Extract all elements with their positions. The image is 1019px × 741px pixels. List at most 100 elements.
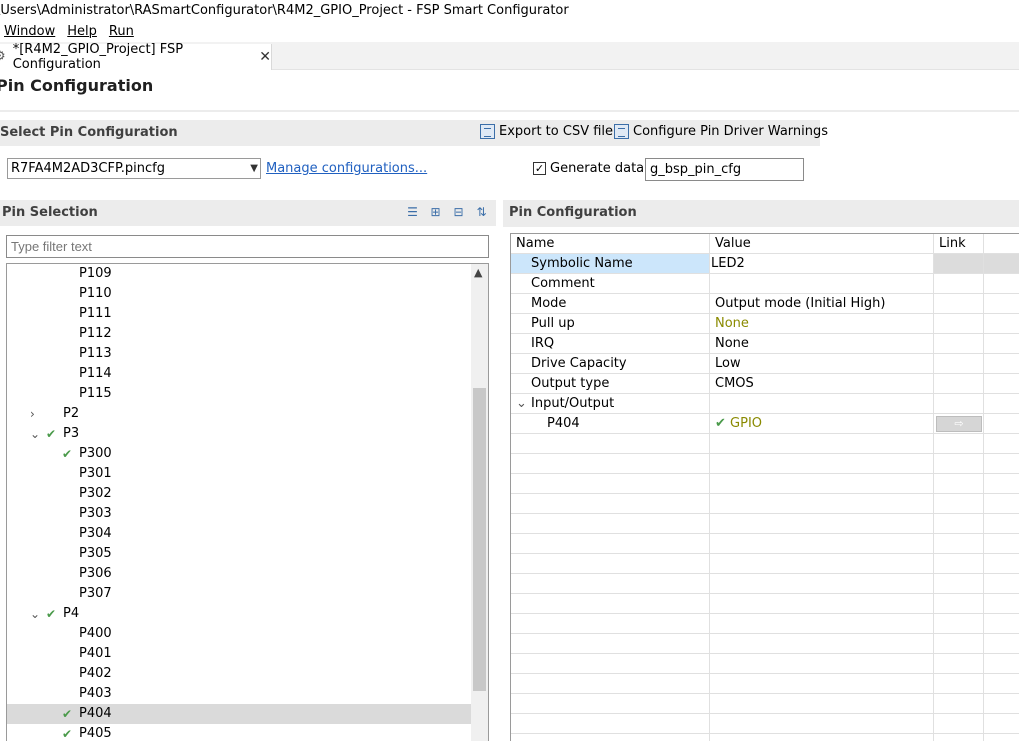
property-value-cell[interactable]: Low bbox=[710, 354, 934, 374]
tree-item-label: P112 bbox=[79, 326, 112, 341]
chevron-right-icon[interactable]: › bbox=[30, 404, 42, 424]
column-header-filler bbox=[984, 234, 1019, 254]
manage-configurations-link[interactable]: Manage configurations... bbox=[266, 161, 427, 176]
tree-item-p401[interactable]: P401 bbox=[7, 644, 472, 664]
link-cell bbox=[934, 294, 984, 314]
tree-item-p405[interactable]: ✔ P405 bbox=[7, 724, 472, 741]
filler-cell bbox=[984, 734, 1019, 741]
sort-az-icon[interactable]: ⇅ bbox=[474, 205, 489, 220]
close-icon[interactable]: ✕ bbox=[259, 49, 271, 65]
property-name-cell[interactable]: Pull up bbox=[511, 314, 710, 334]
tree-item-p301[interactable]: P301 bbox=[7, 464, 472, 484]
scrollbar-thumb[interactable] bbox=[473, 388, 486, 691]
tree-item-p306[interactable]: P306 bbox=[7, 564, 472, 584]
empty-cell bbox=[511, 614, 710, 634]
arrow-right-icon[interactable]: ⇨ bbox=[936, 416, 982, 432]
property-value-cell[interactable] bbox=[710, 274, 934, 294]
tree-item-p4[interactable]: ⌄ ✔ P4 bbox=[7, 604, 472, 624]
configure-warnings-button[interactable]: Configure Pin Driver Warnings bbox=[614, 124, 828, 139]
empty-cell bbox=[511, 514, 710, 534]
property-value-cell[interactable]: CMOS bbox=[710, 374, 934, 394]
export-csv-button[interactable]: Export to CSV file bbox=[480, 124, 613, 139]
tree-item-p402[interactable]: P402 bbox=[7, 664, 472, 684]
tree-item-p305[interactable]: P305 bbox=[7, 544, 472, 564]
tree-item-p404[interactable]: ✔ P404 bbox=[7, 704, 472, 724]
property-value-cell[interactable]: Output mode (Initial High) bbox=[710, 294, 934, 314]
list-view-icon[interactable]: ☰ bbox=[405, 205, 420, 220]
tree-item-label: P2 bbox=[63, 406, 80, 421]
empty-cell bbox=[710, 574, 934, 594]
expand-all-icon[interactable]: ⊞ bbox=[428, 205, 443, 220]
tree-item-p112[interactable]: P112 bbox=[7, 324, 472, 344]
tree-item-p3[interactable]: ⌄ ✔ P3 bbox=[7, 424, 472, 444]
property-name-cell[interactable]: P404 bbox=[511, 414, 710, 434]
property-value-cell[interactable]: ✔ GPIO bbox=[710, 414, 934, 434]
check-icon: ✔ bbox=[62, 727, 73, 741]
tree-item-p300[interactable]: ✔ P300 bbox=[7, 444, 472, 464]
link-cell bbox=[934, 654, 984, 674]
link-cell bbox=[934, 634, 984, 654]
property-name: P404 bbox=[547, 416, 580, 431]
pin-tree-scrollbar[interactable]: ▲ bbox=[471, 264, 488, 741]
property-name-cell[interactable]: Comment bbox=[511, 274, 710, 294]
property-name-cell[interactable]: IRQ bbox=[511, 334, 710, 354]
check-icon: ✔ bbox=[715, 416, 731, 431]
window-title: \Users\Administrator\RASmartConfigurator… bbox=[0, 3, 569, 18]
tree-item-p114[interactable]: P114 bbox=[7, 364, 472, 384]
property-value: CMOS bbox=[715, 376, 754, 391]
tree-item-p110[interactable]: P110 bbox=[7, 284, 472, 304]
empty-cell bbox=[511, 714, 710, 734]
divider bbox=[0, 110, 1019, 112]
filler-cell bbox=[984, 274, 1019, 294]
collapse-all-icon[interactable]: ⊟ bbox=[451, 205, 466, 220]
link-cell bbox=[934, 434, 984, 454]
column-header-name[interactable]: Name bbox=[511, 234, 710, 254]
empty-cell bbox=[710, 454, 934, 474]
check-icon: ✔ bbox=[62, 447, 73, 461]
tree-item-p2[interactable]: › P2 bbox=[7, 404, 472, 424]
tree-item-p403[interactable]: P403 bbox=[7, 684, 472, 704]
tree-item-p109[interactable]: P109 bbox=[7, 264, 472, 284]
chevron-up-icon[interactable]: ▲ bbox=[474, 266, 482, 279]
pin-config-select-value: R7FA4M2AD3CFP.pincfg bbox=[11, 161, 165, 176]
empty-cell bbox=[511, 554, 710, 574]
tree-item-p303[interactable]: P303 bbox=[7, 504, 472, 524]
menu-help[interactable]: Help bbox=[63, 22, 105, 42]
property-name-cell[interactable]: Mode bbox=[511, 294, 710, 314]
tree-item-p400[interactable]: P400 bbox=[7, 624, 472, 644]
generate-data-input[interactable]: g_bsp_pin_cfg bbox=[645, 158, 804, 181]
property-value-cell[interactable]: LED2 bbox=[710, 254, 934, 274]
link-cell bbox=[934, 594, 984, 614]
filler-cell bbox=[984, 454, 1019, 474]
pin-config-select[interactable]: R7FA4M2AD3CFP.pincfg ▼ bbox=[7, 158, 261, 179]
chevron-down-icon[interactable]: ⌄ bbox=[30, 604, 42, 624]
tree-item-p307[interactable]: P307 bbox=[7, 584, 472, 604]
chevron-down-icon[interactable]: ⌄ bbox=[30, 424, 42, 444]
property-value-cell[interactable] bbox=[710, 394, 934, 414]
generate-data-checkbox[interactable]: ✓ bbox=[533, 162, 546, 175]
tree-item-p302[interactable]: P302 bbox=[7, 484, 472, 504]
menu-window[interactable]: Window bbox=[0, 22, 63, 42]
editor-tab-label: *[R4M2_GPIO_Project] FSP Configuration bbox=[12, 42, 184, 72]
tree-item-p113[interactable]: P113 bbox=[7, 344, 472, 364]
link-cell bbox=[934, 694, 984, 714]
property-name-cell[interactable]: Output type bbox=[511, 374, 710, 394]
property-name: IRQ bbox=[531, 336, 555, 351]
tree-item-label: P306 bbox=[79, 566, 112, 581]
tree-item-p115[interactable]: P115 bbox=[7, 384, 472, 404]
property-value-cell[interactable]: None bbox=[710, 314, 934, 334]
tree-item-p304[interactable]: P304 bbox=[7, 524, 472, 544]
property-name-cell[interactable]: Symbolic Name bbox=[511, 254, 710, 274]
property-name-cell[interactable]: Drive Capacity bbox=[511, 354, 710, 374]
column-header-link[interactable]: Link bbox=[934, 234, 984, 254]
editor-tab-fsp-configuration[interactable]: ⚙ *[R4M2_GPIO_Project] FSP Configuration… bbox=[0, 42, 272, 72]
column-header-value[interactable]: Value bbox=[710, 234, 934, 254]
filler-cell bbox=[984, 314, 1019, 334]
property-name-cell[interactable]: ⌄ Input/Output bbox=[511, 394, 710, 414]
property-value-cell[interactable]: None bbox=[710, 334, 934, 354]
tree-item-p111[interactable]: P111 bbox=[7, 304, 472, 324]
empty-cell bbox=[511, 454, 710, 474]
pin-filter-input[interactable] bbox=[6, 235, 489, 258]
chevron-down-icon[interactable]: ⌄ bbox=[516, 394, 527, 413]
menu-run[interactable]: Run bbox=[105, 22, 142, 42]
